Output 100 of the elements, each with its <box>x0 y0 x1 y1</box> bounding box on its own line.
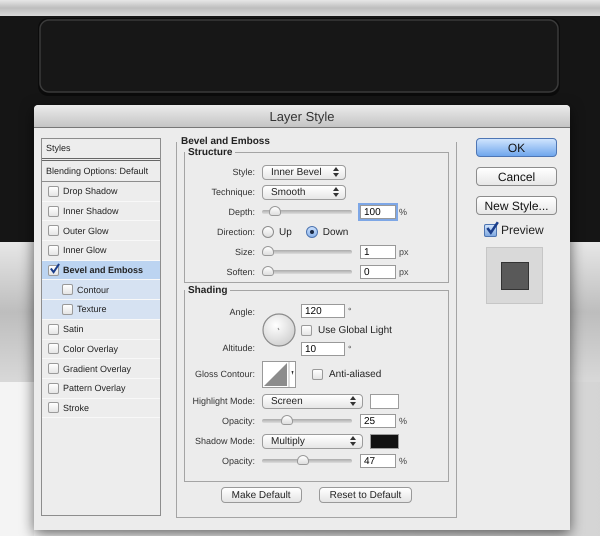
unit-label: % <box>399 416 408 426</box>
field-label: Direction: <box>216 227 256 237</box>
preview-square <box>500 262 528 290</box>
item-label: Satin <box>63 324 84 334</box>
checkbox[interactable] <box>301 324 312 336</box>
updown-caret-icon <box>350 396 356 406</box>
list-item[interactable]: Pattern Overlay <box>42 378 160 399</box>
list-item[interactable]: Color Overlay <box>42 340 160 360</box>
dialog-button[interactable]: New Style... <box>476 196 557 215</box>
unit-label: ° <box>348 306 352 316</box>
list-item[interactable]: Satin <box>42 320 160 340</box>
number-field[interactable]: 100 <box>360 205 396 219</box>
list-item[interactable]: Drop Shadow <box>42 182 160 202</box>
dropdown[interactable]: Inner Bevel <box>262 164 346 180</box>
checkbox-label: Use Global Light <box>318 324 392 336</box>
angle-dial[interactable] <box>262 313 296 347</box>
contour-picker[interactable] <box>262 360 296 388</box>
checkbox[interactable] <box>48 264 59 276</box>
list-item[interactable]: Contour <box>42 280 160 300</box>
number-field[interactable]: 25 <box>360 414 396 428</box>
number-field[interactable]: 47 <box>360 454 396 468</box>
window-title: Layer Style <box>269 108 335 124</box>
list-item[interactable]: Gradient Overlay <box>42 359 160 379</box>
checkbox[interactable] <box>48 244 59 256</box>
checkbox[interactable] <box>62 284 73 296</box>
checkbox[interactable] <box>48 206 59 217</box>
checkbox[interactable] <box>48 324 59 335</box>
field-label: Depth: <box>227 207 256 217</box>
checkbox-label: Preview <box>501 223 544 237</box>
field-label: Shadow Mode: <box>194 436 256 446</box>
checkbox[interactable] <box>62 304 73 315</box>
item-label: Bevel and Emboss <box>63 265 144 276</box>
slider-thumb[interactable] <box>262 266 274 276</box>
unit-label: px <box>399 247 409 257</box>
dropdown[interactable]: Multiply <box>262 434 363 448</box>
field-label: Angle: <box>228 307 256 317</box>
list-item[interactable]: Texture <box>42 300 160 320</box>
field-label: Size: <box>234 247 256 257</box>
item-label: Inner Glow <box>63 245 107 256</box>
group-title: Shading <box>187 285 228 296</box>
unit-label: ° <box>348 344 352 354</box>
field-label: Soften: <box>225 267 256 277</box>
item-label: Outer Glow <box>63 226 109 236</box>
field-label: Gloss Contour: <box>194 369 256 379</box>
list-header: Styles <box>42 139 160 161</box>
checkbox[interactable] <box>48 402 59 414</box>
item-label: Pattern Overlay <box>63 383 126 394</box>
updown-caret-icon <box>333 187 339 197</box>
push-button[interactable]: Reset to Default <box>318 487 412 503</box>
unit-label: % <box>399 207 408 217</box>
number-field[interactable]: 0 <box>360 265 396 279</box>
item-label: Texture <box>77 304 107 314</box>
checkbox[interactable] <box>48 225 59 236</box>
field-label: Altitude: <box>221 343 256 353</box>
list-item[interactable]: Outer Glow <box>42 221 160 242</box>
color-swatch[interactable] <box>370 434 399 448</box>
field-label: Highlight Mode: <box>191 396 256 406</box>
group-title: Structure <box>187 147 234 158</box>
dropdown[interactable]: Smooth <box>262 184 346 200</box>
field-label: Technique: <box>210 187 256 197</box>
radio-label: Up <box>279 226 292 238</box>
item-label: Gradient Overlay <box>63 364 132 374</box>
slider-thumb[interactable] <box>296 455 309 465</box>
radio-button[interactable] <box>262 226 274 238</box>
push-button[interactable]: Make Default <box>220 487 302 503</box>
checkbox[interactable] <box>48 343 59 354</box>
unit-label: px <box>399 267 409 277</box>
field-label: Style: <box>231 167 256 177</box>
updown-caret-icon <box>350 436 356 446</box>
list-item[interactable]: Blending Options: Default <box>42 161 160 182</box>
checkbox[interactable] <box>48 363 59 374</box>
number-field[interactable]: 10 <box>301 342 345 356</box>
checkbox-label: Anti-aliased <box>329 368 382 380</box>
slider-thumb[interactable] <box>262 246 274 256</box>
dialog-button[interactable]: Cancel <box>476 167 557 186</box>
slider-thumb[interactable] <box>280 415 292 425</box>
section-title: Bevel and Emboss <box>180 136 271 147</box>
item-label: Inner Shadow <box>63 206 119 216</box>
radio-button[interactable] <box>306 226 318 238</box>
list-item[interactable]: Inner Shadow <box>42 202 160 222</box>
checkbox[interactable] <box>48 382 59 394</box>
number-field[interactable]: 120 <box>301 304 345 318</box>
field-label: Opacity: <box>220 456 256 466</box>
checkbox[interactable] <box>312 368 323 380</box>
radio-label: Down <box>322 226 348 238</box>
color-swatch[interactable] <box>370 394 399 408</box>
item-label: Contour <box>77 284 110 295</box>
dialog-button[interactable]: OK <box>476 138 557 157</box>
updown-caret-icon <box>333 167 339 177</box>
checkbox[interactable] <box>48 186 59 197</box>
field-label: Opacity: <box>220 416 256 426</box>
slider-thumb[interactable] <box>269 206 282 216</box>
list-item[interactable]: Bevel and Emboss <box>42 260 160 280</box>
number-field[interactable]: 1 <box>360 245 396 259</box>
checkbox[interactable] <box>484 224 497 236</box>
list-item[interactable]: Stroke <box>42 398 160 418</box>
dropdown[interactable]: Screen <box>262 394 363 408</box>
item-label: Stroke <box>63 402 90 413</box>
item-label: Drop Shadow <box>63 186 118 196</box>
item-label: Color Overlay <box>63 344 118 354</box>
